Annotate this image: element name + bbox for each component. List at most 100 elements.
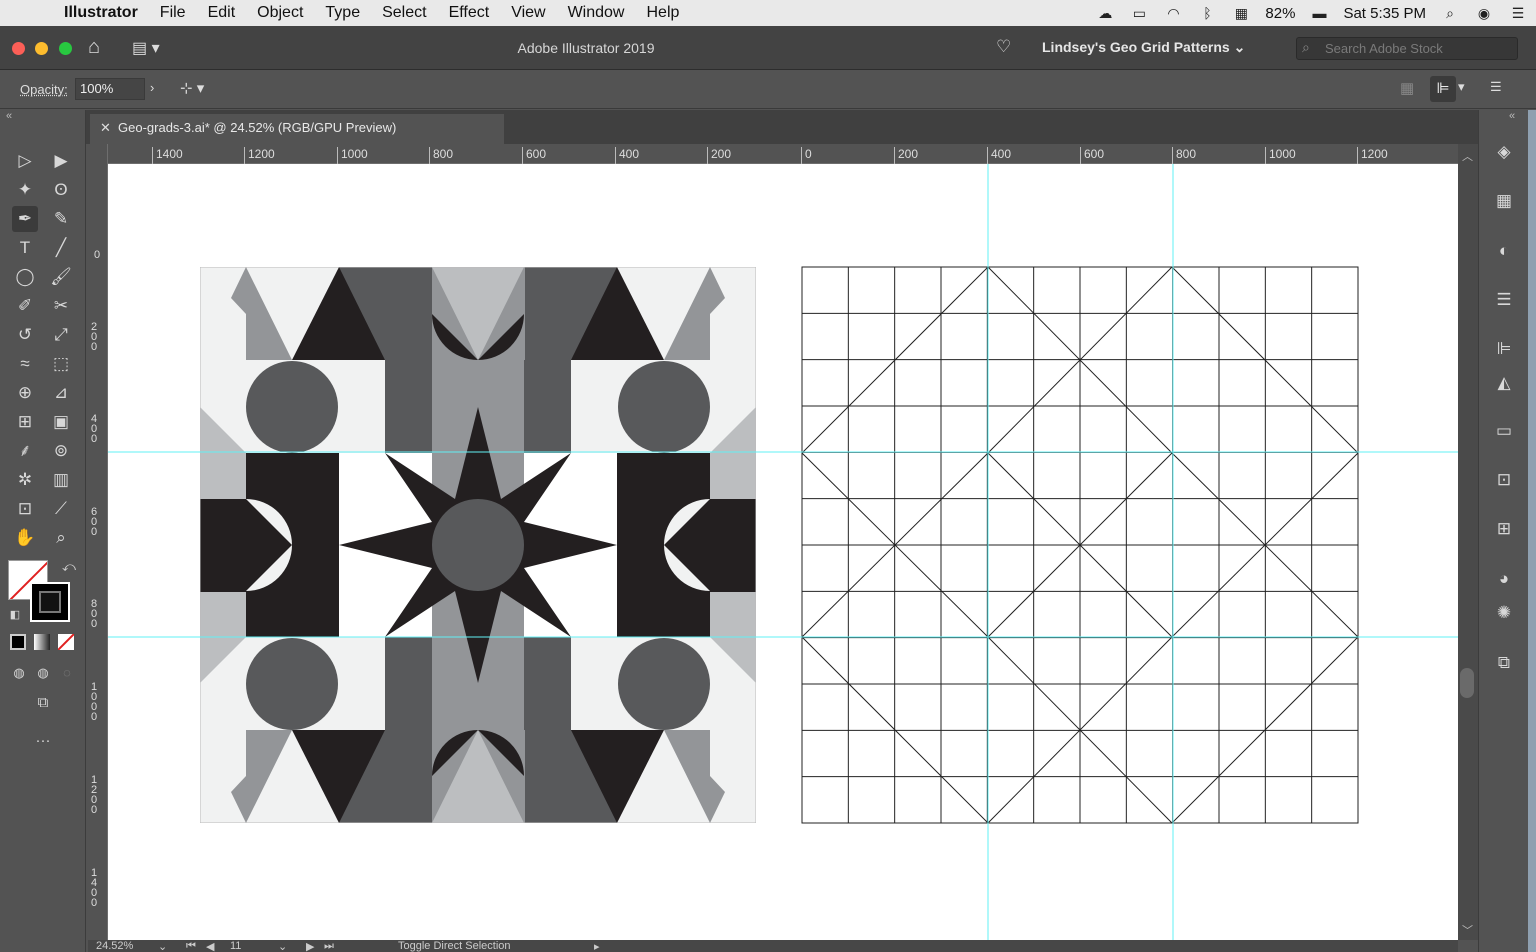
opacity-arrow-icon[interactable]: › [150, 80, 154, 95]
stroke-panel-icon[interactable]: ☰ [1491, 287, 1517, 313]
magic-wand-tool-icon[interactable]: ✦ [12, 177, 38, 203]
pathfinder-panel-icon[interactable]: ⊞ [1491, 516, 1517, 542]
blend-tool-icon[interactable]: ⊚ [48, 438, 74, 464]
direct-selection-tool-icon[interactable]: ▶ [48, 148, 74, 174]
swap-fill-stroke-icon[interactable]: ⤺ [56, 554, 82, 580]
artboard-tool-icon[interactable]: ⊡ [12, 496, 38, 522]
menu-object[interactable]: Object [246, 4, 314, 22]
draw-inside-icon[interactable]: ◌ [54, 660, 80, 686]
gradient-panel-icon[interactable]: ▭ [1491, 418, 1517, 444]
document-tab[interactable]: ✕ Geo-grads-3.ai* @ 24.52% (RGB/GPU Prev… [90, 114, 504, 144]
menu-clock[interactable]: Sat 5:35 PM [1343, 5, 1426, 22]
scale-tool-icon[interactable]: ⤢ [48, 322, 74, 348]
grid-artboard[interactable] [801, 266, 1359, 824]
opacity-input[interactable]: 100% [75, 78, 145, 100]
free-transform-tool-icon[interactable]: ⬚ [48, 351, 74, 377]
libraries-panel-icon[interactable]: ▦ [1491, 188, 1517, 214]
stroke-swatch[interactable] [30, 582, 70, 622]
menu-help[interactable]: Help [635, 4, 690, 22]
status-menu-icon[interactable]: ▸ [594, 940, 600, 952]
menu-app-name[interactable]: Illustrator [60, 4, 149, 22]
wifi-icon[interactable]: ◠ [1163, 5, 1183, 21]
zoom-dropdown-icon[interactable]: ⌄ [158, 940, 167, 952]
battery-icon[interactable]: ▬ [1309, 5, 1329, 21]
mesh-tool-icon[interactable]: ⊞ [12, 409, 38, 435]
next-artboard-icon[interactable]: ▶ [306, 940, 314, 952]
draw-behind-icon[interactable]: ◍ [30, 660, 56, 686]
line-segment-tool-icon[interactable]: ╱ [48, 235, 74, 261]
column-graph-tool-icon[interactable]: ▥ [48, 467, 74, 493]
last-artboard-icon[interactable]: ⏭ [324, 940, 334, 952]
artboards-panel-icon[interactable]: ⧉ [1491, 650, 1517, 676]
ellipse-tool-icon[interactable]: ◯ [12, 264, 38, 290]
arrange-icon[interactable]: ▦ [1400, 79, 1414, 97]
properties-panel-icon[interactable]: ⊫ [1430, 76, 1456, 102]
shaper-tool-icon[interactable]: ✐ [12, 293, 38, 319]
scroll-down-icon[interactable]: ﹀ [1462, 922, 1473, 938]
selection-tool-icon[interactable]: ▷ [12, 148, 38, 174]
workspace-switcher[interactable]: Lindsey's Geo Grid Patterns ⌄ [1042, 39, 1245, 56]
hand-tool-icon[interactable]: ✋ [12, 525, 38, 551]
lasso-tool-icon[interactable]: ʘ [48, 177, 74, 203]
horizontal-ruler[interactable]: 1400 1200 1000 800 600 400 200 0 200 400… [108, 144, 1458, 164]
bluetooth-icon[interactable]: ᛒ [1197, 5, 1217, 21]
paintbrush-tool-icon[interactable]: 🖌 [48, 264, 74, 290]
edit-toolbar-icon[interactable]: ··· [30, 728, 56, 754]
notification-center-icon[interactable]: ☰ [1508, 5, 1528, 21]
artboard-dropdown-icon[interactable]: ⌄ [278, 940, 287, 952]
menu-view[interactable]: View [500, 4, 556, 22]
transform-panel-icon[interactable]: ⊡ [1491, 467, 1517, 493]
zoom-level[interactable]: 24.52% [96, 940, 133, 952]
align-options-icon[interactable]: ⊹ ▾ [180, 79, 204, 97]
siri-icon[interactable]: ◉ [1474, 5, 1494, 21]
menu-type[interactable]: Type [314, 4, 371, 22]
menu-edit[interactable]: Edit [197, 4, 247, 22]
screen-mode-icon[interactable]: ⧉ [30, 690, 56, 716]
dropdown-chevron-icon[interactable]: ▾ [1458, 79, 1465, 95]
opacity-label[interactable]: Opacity: [20, 82, 68, 97]
expand-panels-icon[interactable]: « [1509, 110, 1515, 122]
zoom-tool-icon[interactable]: ⌕ [48, 525, 74, 551]
close-tab-icon[interactable]: ✕ [100, 114, 111, 142]
artboard-canvas[interactable] [108, 164, 1458, 940]
vertical-ruler[interactable]: 0 200 400 600 800 1000 1200 1400 [88, 144, 108, 952]
default-fill-stroke-icon[interactable]: ◧ [2, 602, 28, 628]
color-panel-icon[interactable]: ◐ [1491, 238, 1517, 264]
panel-menu-icon[interactable]: ☰ [1490, 79, 1502, 95]
align-panel-icon[interactable]: ⊫ [1491, 336, 1517, 362]
previous-artboard-icon[interactable]: ◀ [206, 940, 214, 952]
menu-file[interactable]: File [149, 4, 197, 22]
shape-builder-tool-icon[interactable]: ⊕ [12, 380, 38, 406]
menu-window[interactable]: Window [557, 4, 636, 22]
geo-pattern-artwork[interactable] [200, 267, 756, 823]
airplay-icon[interactable]: ▭ [1129, 5, 1149, 21]
scroll-thumb[interactable] [1460, 668, 1474, 698]
transparency-panel-icon[interactable]: ◕ [1491, 566, 1517, 592]
rotate-tool-icon[interactable]: ↺ [12, 322, 38, 348]
lightbulb-icon[interactable]: ♡ [996, 37, 1011, 57]
width-tool-icon[interactable]: ≈ [12, 351, 38, 377]
vertical-scrollbar[interactable]: ︿ ﹀ [1458, 144, 1478, 940]
canvas-artwork[interactable] [108, 164, 1458, 940]
gradient-mode-button[interactable] [34, 634, 50, 650]
symbol-sprayer-tool-icon[interactable]: ✲ [12, 467, 38, 493]
menu-effect[interactable]: Effect [438, 4, 501, 22]
none-mode-button[interactable] [58, 634, 74, 650]
spotlight-search-icon[interactable]: ⌕ [1440, 5, 1460, 21]
curvature-tool-icon[interactable]: ✎ [48, 206, 74, 232]
color-mode-button[interactable] [10, 634, 26, 650]
perspective-grid-tool-icon[interactable]: ⊿ [48, 380, 74, 406]
layers-panel-icon[interactable]: ◈ [1491, 139, 1517, 165]
type-tool-icon[interactable]: T [12, 235, 38, 261]
first-artboard-icon[interactable]: ⏮ [186, 940, 196, 952]
slice-tool-icon[interactable]: ⟋ [48, 496, 74, 522]
creative-cloud-icon[interactable]: ☁ [1095, 5, 1115, 21]
adobe-stock-search-input[interactable]: Search Adobe Stock [1296, 37, 1518, 60]
eyedropper-tool-icon[interactable]: ⸙ [12, 438, 38, 464]
scissors-tool-icon[interactable]: ✂ [48, 293, 74, 319]
calendar-icon[interactable]: ▦ [1231, 5, 1251, 21]
pen-tool-icon[interactable]: ✒ [12, 206, 38, 232]
menu-select[interactable]: Select [371, 4, 437, 22]
scroll-up-icon[interactable]: ︿ [1462, 148, 1473, 164]
draw-normal-icon[interactable]: ◍ [6, 660, 32, 686]
